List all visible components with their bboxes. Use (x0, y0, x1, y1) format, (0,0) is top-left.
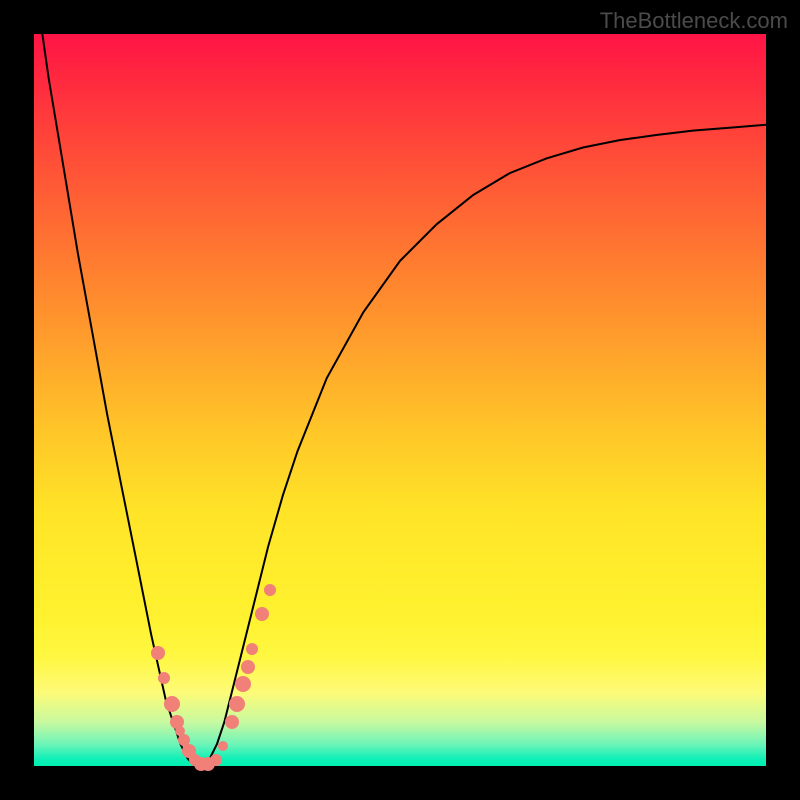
data-marker (264, 584, 276, 596)
data-marker (241, 660, 255, 674)
watermark-text: TheBottleneck.com (600, 8, 788, 34)
data-marker (255, 607, 269, 621)
data-marker (164, 696, 180, 712)
data-marker (210, 754, 222, 766)
data-marker (229, 696, 245, 712)
data-marker (158, 672, 170, 684)
data-marker (218, 741, 228, 751)
data-marker (246, 643, 258, 655)
data-marker (151, 646, 165, 660)
chart-plot-area (34, 34, 766, 766)
data-markers (34, 34, 766, 766)
data-marker (225, 715, 239, 729)
data-marker (235, 676, 251, 692)
